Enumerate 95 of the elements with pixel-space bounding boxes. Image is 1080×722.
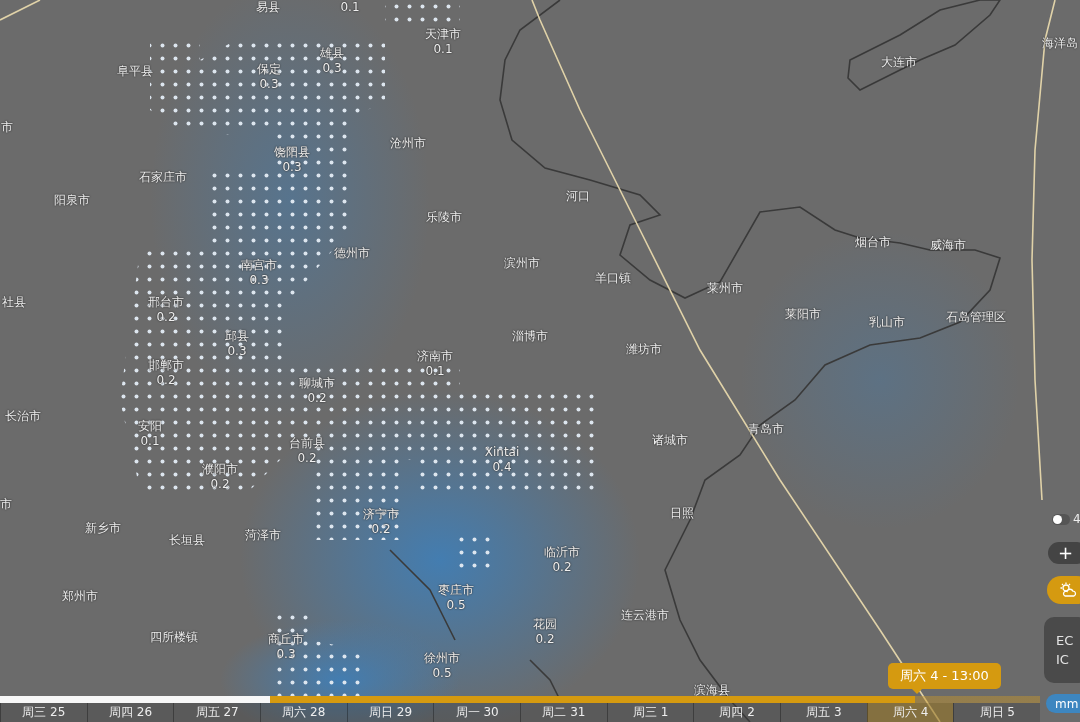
- precipitation-value: 0.1: [340, 0, 360, 15]
- zoom-in-button[interactable]: +: [1048, 542, 1080, 564]
- precipitation-value: 0.1: [140, 434, 160, 449]
- model-option[interactable]: EC: [1056, 633, 1080, 648]
- city-label: 社县: [2, 295, 26, 310]
- day-tab[interactable]: 周三 25: [0, 703, 87, 722]
- city-label: 莱阳市: [785, 307, 821, 322]
- city-label: 饶阳县: [274, 145, 310, 160]
- day-tab[interactable]: 周五 3: [780, 703, 867, 722]
- city-label: 菏泽市: [245, 528, 281, 543]
- precipitation-value: 0.2: [297, 451, 317, 466]
- city-label: 济宁市: [363, 507, 399, 522]
- toggle-switch[interactable]: [1052, 514, 1070, 525]
- city-label: 乳山市: [869, 315, 905, 330]
- precipitation-value: 0.3: [259, 77, 279, 92]
- city-label: 南宫市: [241, 258, 277, 273]
- city-label: 邢台市: [148, 295, 184, 310]
- day-tab[interactable]: 周六 4: [866, 703, 954, 722]
- city-label: 聊城市: [299, 376, 335, 391]
- day-tab[interactable]: 周二 31: [520, 703, 607, 722]
- city-label: 长垣县: [169, 533, 205, 548]
- day-tab[interactable]: 周日 5: [953, 703, 1041, 722]
- city-label: 莱州市: [707, 281, 743, 296]
- city-label: 日照: [670, 506, 694, 521]
- city-label: 雄县: [320, 46, 344, 61]
- city-label: 枣庄市: [438, 583, 474, 598]
- precipitation-value: 0.2: [535, 632, 555, 647]
- city-label: 天津市: [425, 27, 461, 42]
- city-label: 石岛管理区: [946, 310, 1006, 325]
- city-label: 新乡市: [85, 521, 121, 536]
- city-label: 郑州市: [62, 589, 98, 604]
- city-label: 滨海县: [694, 683, 730, 698]
- day-tab[interactable]: 周四 26: [86, 703, 174, 722]
- city-label: 邯郸市: [148, 358, 184, 373]
- weather-button[interactable]: [1047, 576, 1080, 604]
- city-label: 徐州市: [424, 651, 460, 666]
- day-tab[interactable]: 周三 1: [606, 703, 694, 722]
- city-label: 济南市: [417, 349, 453, 364]
- city-label: 石家庄市: [139, 170, 187, 185]
- city-label: 保定: [257, 62, 281, 77]
- time-tooltip: 周六 4 - 13:00: [888, 663, 1001, 689]
- city-label: 诸城市: [652, 433, 688, 448]
- toggle-label: 4: [1073, 512, 1080, 526]
- city-label: 河口: [566, 189, 590, 204]
- precipitation-value: 0.1: [425, 364, 445, 379]
- city-label: 临沂市: [544, 545, 580, 560]
- city-label: 易县: [256, 0, 280, 15]
- precipitation-value: 0.5: [446, 598, 466, 613]
- city-label: 大连市: [881, 55, 917, 70]
- city-label: 邱县: [225, 329, 249, 344]
- precipitation-value: 0.1: [433, 42, 453, 57]
- city-label: 羊口镇: [595, 271, 631, 286]
- city-label: 长治市: [5, 409, 41, 424]
- day-tab[interactable]: 周一 30: [433, 703, 521, 722]
- city-label: 市: [0, 497, 12, 512]
- precipitation-value: 0.3: [282, 160, 302, 175]
- day-tab[interactable]: 周日 29: [346, 703, 434, 722]
- city-label: 滨州市: [504, 256, 540, 271]
- city-label: 安阳: [138, 419, 162, 434]
- city-label: 威海市: [930, 238, 966, 253]
- city-label: 花园: [533, 617, 557, 632]
- city-label: 淄博市: [512, 329, 548, 344]
- precipitation-value: 0.2: [307, 391, 327, 406]
- city-label: Xintai: [484, 445, 520, 460]
- precipitation-value: 0.2: [156, 310, 176, 325]
- precipitation-value: 0.2: [552, 560, 572, 575]
- city-label: 阳泉市: [54, 193, 90, 208]
- model-option[interactable]: IC: [1056, 652, 1080, 667]
- city-label: 台前县: [289, 436, 325, 451]
- day-tab[interactable]: 周六 28: [260, 703, 347, 722]
- precipitation-value: 0.4: [492, 460, 512, 475]
- precipitation-value: 0.2: [210, 477, 230, 492]
- precipitation-value: 0.2: [156, 373, 176, 388]
- precipitation-value: 0.2: [371, 522, 391, 537]
- unit-button[interactable]: mm: [1046, 694, 1080, 713]
- day-tab[interactable]: 周五 27: [173, 703, 260, 722]
- precipitation-value: 0.3: [322, 61, 342, 76]
- city-label: 青岛市: [748, 422, 784, 437]
- city-label: 商丘市: [268, 632, 304, 647]
- precipitation-value: 0.3: [249, 273, 269, 288]
- city-label: 沧州市: [390, 136, 426, 151]
- city-label: 阜平县: [117, 64, 153, 79]
- precipitation-value: 0.5: [432, 666, 452, 681]
- city-label: 德州市: [334, 246, 370, 261]
- city-label: 连云港市: [621, 608, 669, 623]
- city-label: 潍坊市: [626, 342, 662, 357]
- precipitation-value: 0.3: [227, 344, 247, 359]
- day-tab[interactable]: 周四 2: [693, 703, 781, 722]
- sun-cloud-icon: [1059, 582, 1077, 598]
- city-label: 市: [1, 120, 13, 135]
- city-label: 四所楼镇: [150, 630, 198, 645]
- city-label: 乐陵市: [426, 210, 462, 225]
- city-label: 烟台市: [855, 235, 891, 250]
- precipitation-value: 0.3: [276, 647, 296, 662]
- city-label: 濮阳市: [202, 462, 238, 477]
